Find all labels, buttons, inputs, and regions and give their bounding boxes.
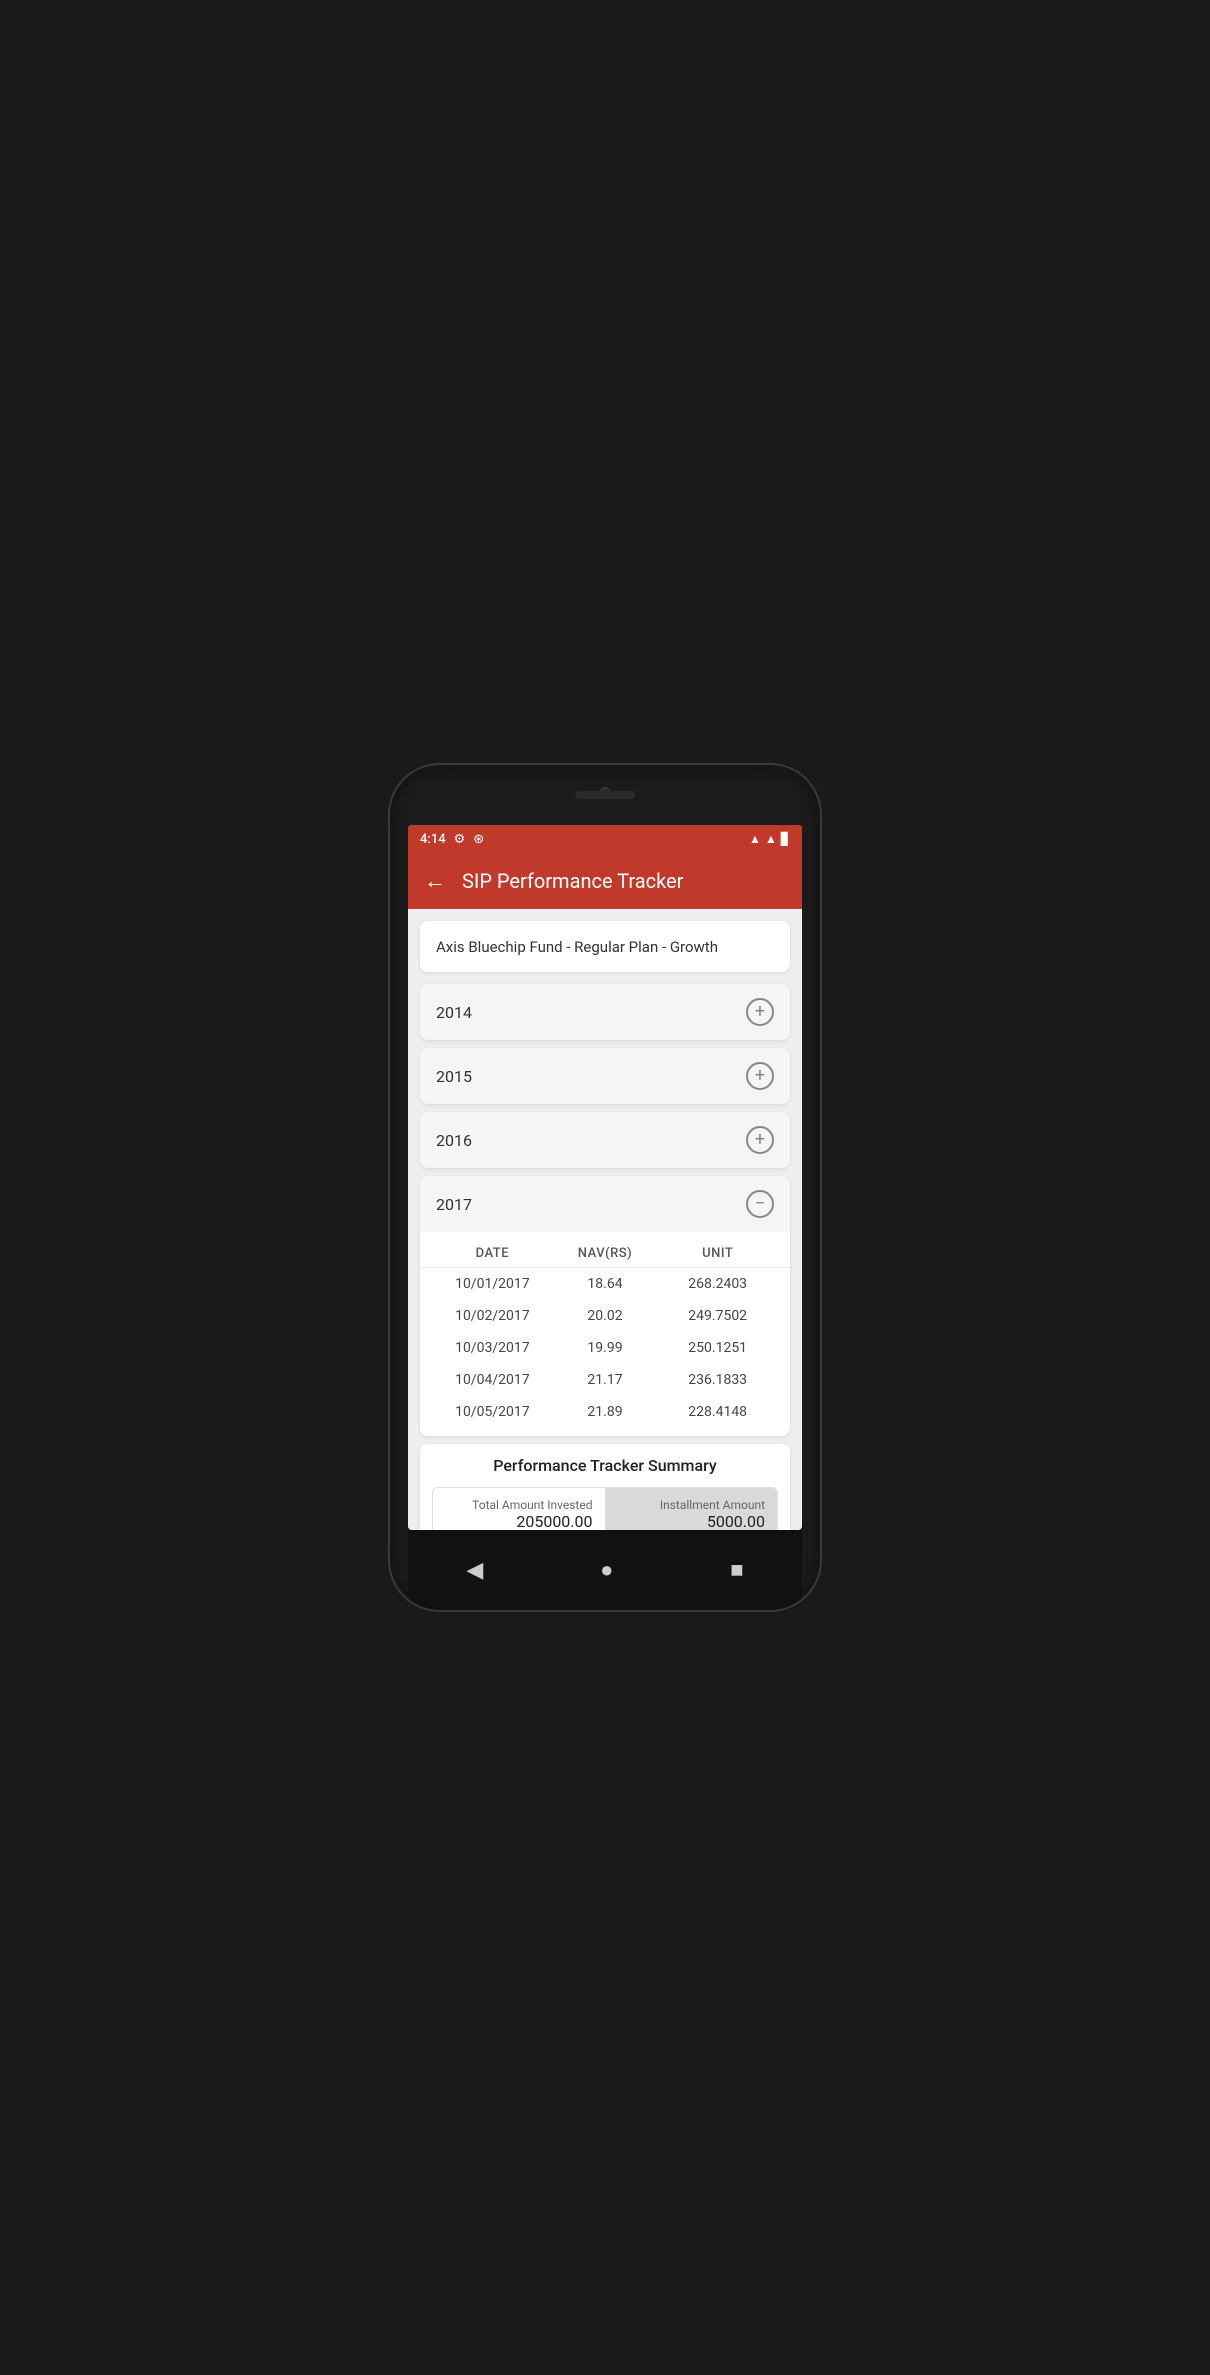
year-item-2017: 2017 − DATE NAV(Rs) UNIT 10/01/2017 18.6… bbox=[420, 1176, 790, 1436]
table-row: 10/04/2017 21.17 236.1833 bbox=[420, 1364, 790, 1396]
nav-home-button[interactable]: ● bbox=[600, 1557, 613, 1583]
year-header-2015[interactable]: 2015 + bbox=[420, 1048, 790, 1104]
year-table-2017: DATE NAV(Rs) UNIT 10/01/2017 18.64 268.2… bbox=[420, 1232, 790, 1436]
summary-cell-installment: Installment Amount 5000.00 bbox=[606, 1488, 778, 1530]
summary-row-1: Total Amount Invested 205000.00 Installm… bbox=[432, 1487, 778, 1530]
invested-value: 205000.00 bbox=[445, 1512, 593, 1530]
year-item-2014: 2014 + bbox=[420, 984, 790, 1040]
summary-section: Performance Tracker Summary Total Amount… bbox=[420, 1444, 790, 1530]
nav-bar: ◀ ● ■ bbox=[408, 1530, 802, 1610]
year-item-2016: 2016 + bbox=[420, 1112, 790, 1168]
signal-icon: ▲ bbox=[765, 832, 777, 846]
installment-value: 5000.00 bbox=[618, 1512, 766, 1530]
year-label-2016: 2016 bbox=[436, 1131, 472, 1150]
cell-unit-0: 268.2403 bbox=[661, 1276, 774, 1292]
notification-icon: ⊛ bbox=[473, 832, 484, 847]
table-header-row: DATE NAV(Rs) UNIT bbox=[420, 1240, 790, 1268]
year-label-2014: 2014 bbox=[436, 1003, 472, 1022]
cell-unit-3: 236.1833 bbox=[661, 1372, 774, 1388]
installment-label: Installment Amount bbox=[618, 1498, 766, 1512]
invested-label: Total Amount Invested bbox=[445, 1498, 593, 1512]
speaker bbox=[575, 791, 635, 799]
phone-frame: 4:14 ⚙ ⊛ ▲ ▲ ▊ ← SIP Performance Tracker… bbox=[390, 765, 820, 1610]
cell-date-3: 10/04/2017 bbox=[436, 1372, 549, 1388]
expand-icon-2016[interactable]: + bbox=[746, 1126, 774, 1154]
year-label-2015: 2015 bbox=[436, 1067, 472, 1086]
cell-unit-1: 249.7502 bbox=[661, 1308, 774, 1324]
phone-screen: 4:14 ⚙ ⊛ ▲ ▲ ▊ ← SIP Performance Tracker… bbox=[408, 825, 802, 1530]
table-row: 10/05/2017 21.89 228.4148 bbox=[420, 1396, 790, 1428]
table-row: 10/01/2017 18.64 268.2403 bbox=[420, 1268, 790, 1300]
status-left: 4:14 ⚙ ⊛ bbox=[420, 832, 484, 847]
cell-date-0: 10/01/2017 bbox=[436, 1276, 549, 1292]
nav-back-button[interactable]: ◀ bbox=[466, 1558, 483, 1583]
col-header-unit: UNIT bbox=[661, 1246, 774, 1261]
col-header-nav: NAV(Rs) bbox=[549, 1246, 662, 1261]
cell-nav-1: 20.02 bbox=[549, 1308, 662, 1324]
wifi-icon: ▲ bbox=[749, 832, 761, 846]
year-item-2015: 2015 + bbox=[420, 1048, 790, 1104]
year-label-2017: 2017 bbox=[436, 1195, 472, 1214]
cell-unit-2: 250.1251 bbox=[661, 1340, 774, 1356]
year-header-2016[interactable]: 2016 + bbox=[420, 1112, 790, 1168]
expand-icon-2014[interactable]: + bbox=[746, 998, 774, 1026]
battery-icon: ▊ bbox=[781, 832, 790, 846]
cell-date-2: 10/03/2017 bbox=[436, 1340, 549, 1356]
back-button[interactable]: ← bbox=[424, 868, 446, 894]
cell-nav-0: 18.64 bbox=[549, 1276, 662, 1292]
main-content: Axis Bluechip Fund - Regular Plan - Grow… bbox=[408, 909, 802, 1530]
settings-icon: ⚙ bbox=[454, 832, 466, 847]
status-right: ▲ ▲ ▊ bbox=[749, 832, 790, 846]
cell-date-1: 10/02/2017 bbox=[436, 1308, 549, 1324]
fund-card: Axis Bluechip Fund - Regular Plan - Grow… bbox=[420, 921, 790, 972]
fund-name: Axis Bluechip Fund - Regular Plan - Grow… bbox=[436, 938, 718, 956]
cell-nav-2: 19.99 bbox=[549, 1340, 662, 1356]
nav-recent-button[interactable]: ■ bbox=[730, 1557, 743, 1583]
cell-unit-4: 228.4148 bbox=[661, 1404, 774, 1420]
summary-cell-invested: Total Amount Invested 205000.00 bbox=[433, 1488, 606, 1530]
expand-icon-2015[interactable]: + bbox=[746, 1062, 774, 1090]
table-row: 10/03/2017 19.99 250.1251 bbox=[420, 1332, 790, 1364]
status-bar: 4:14 ⚙ ⊛ ▲ ▲ ▊ bbox=[408, 825, 802, 853]
year-header-2017[interactable]: 2017 − bbox=[420, 1176, 790, 1232]
year-header-2014[interactable]: 2014 + bbox=[420, 984, 790, 1040]
app-title: SIP Performance Tracker bbox=[462, 869, 683, 893]
cell-nav-4: 21.89 bbox=[549, 1404, 662, 1420]
summary-title: Performance Tracker Summary bbox=[432, 1456, 778, 1475]
cell-date-4: 10/05/2017 bbox=[436, 1404, 549, 1420]
status-time: 4:14 bbox=[420, 832, 446, 847]
cell-nav-3: 21.17 bbox=[549, 1372, 662, 1388]
app-bar: ← SIP Performance Tracker bbox=[408, 853, 802, 909]
col-header-date: DATE bbox=[436, 1246, 549, 1261]
table-row: 10/02/2017 20.02 249.7502 bbox=[420, 1300, 790, 1332]
collapse-icon-2017[interactable]: − bbox=[746, 1190, 774, 1218]
